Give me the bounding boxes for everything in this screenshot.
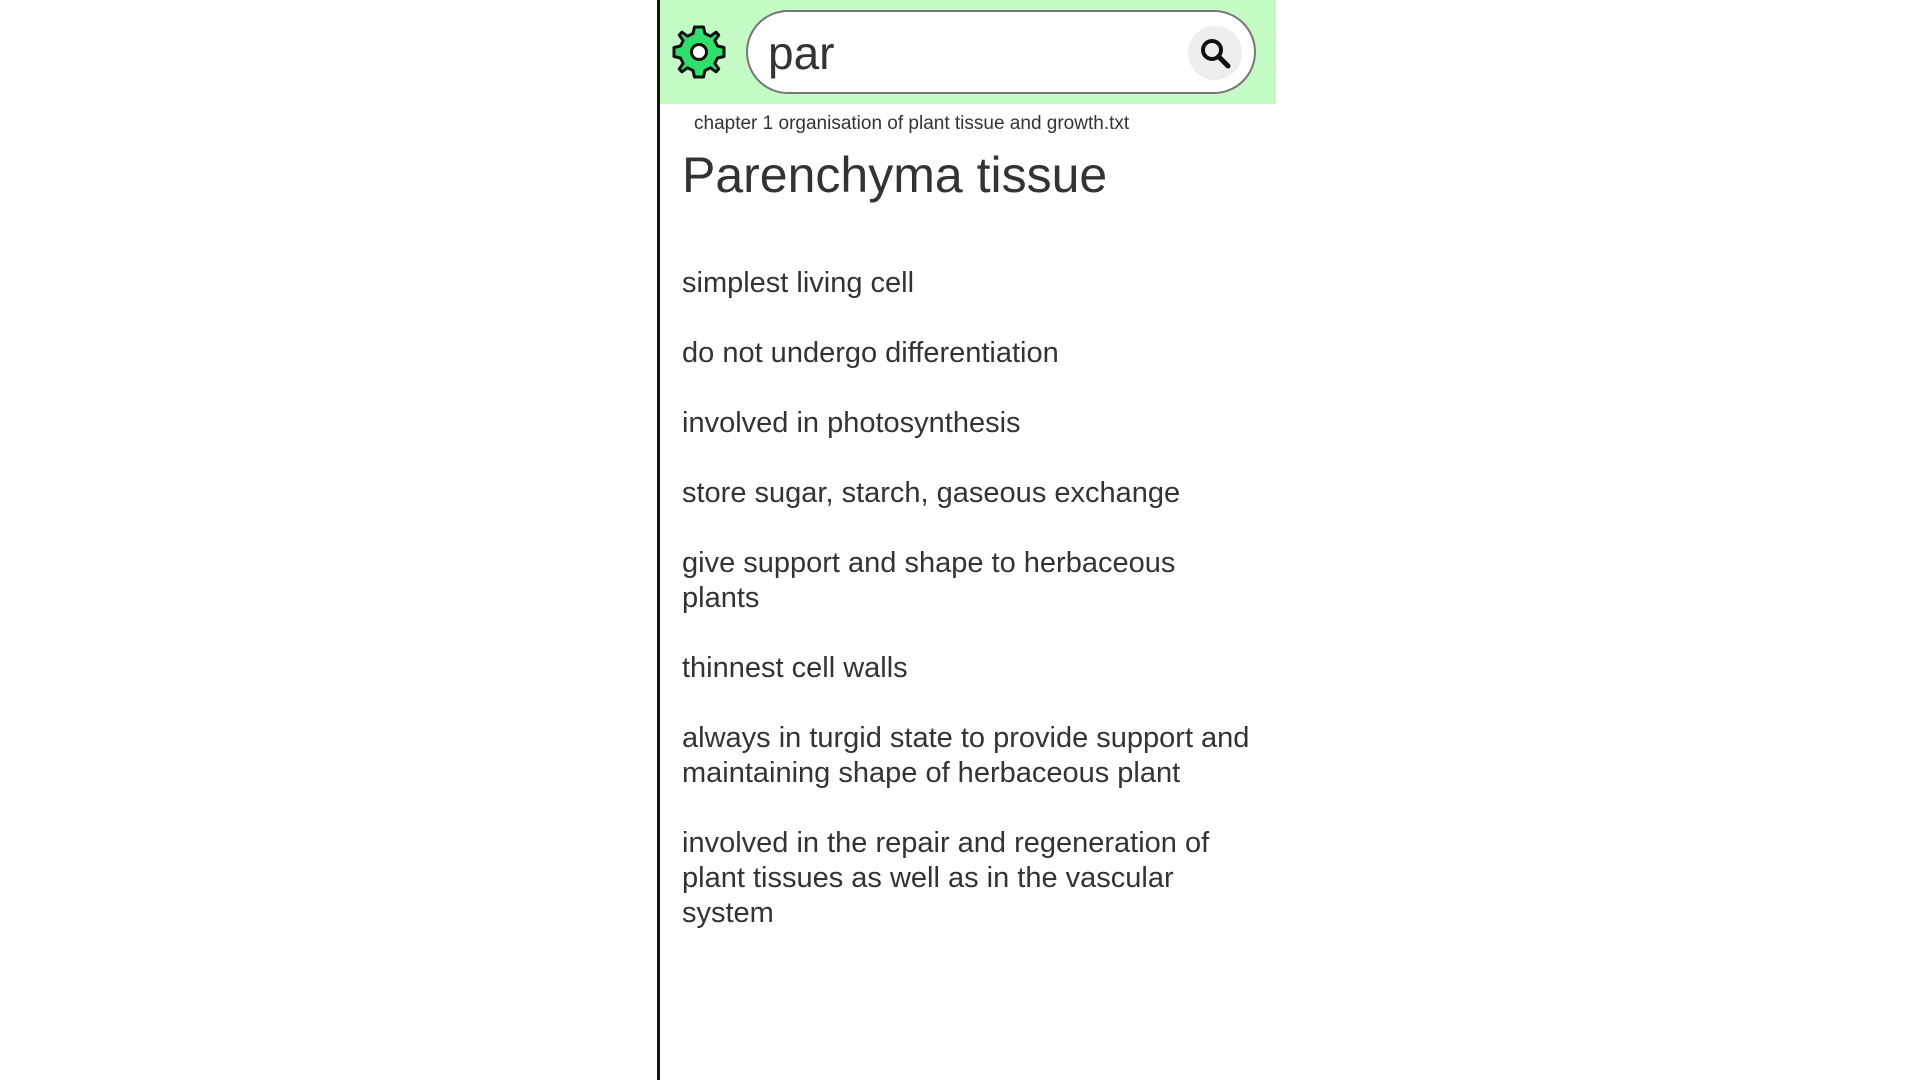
source-filename: chapter 1 organisation of plant tissue a… xyxy=(694,113,1130,134)
list-item: do not undergo differentiation xyxy=(682,337,1059,369)
list-item: give support and shape to herbaceous pla… xyxy=(682,547,1176,614)
settings-button[interactable] xyxy=(670,23,728,81)
search-button[interactable] xyxy=(1188,26,1242,80)
entry-title: Parenchyma tissue xyxy=(682,147,1108,203)
top-bar xyxy=(660,0,1276,104)
list-item: store sugar, starch, gaseous exchange xyxy=(682,477,1181,509)
search-input[interactable] xyxy=(768,24,1168,82)
gear-icon xyxy=(672,25,726,79)
search-box xyxy=(746,10,1256,94)
list-item: involved in the repair and regeneration … xyxy=(682,827,1210,929)
search-icon xyxy=(1201,39,1231,69)
app-panel: chapter 1 organisation of plant tissue a… xyxy=(657,0,1276,1080)
list-item: simplest living cell xyxy=(682,267,915,299)
list-item: always in turgid state to provide suppor… xyxy=(682,722,1250,789)
entry-points-list: simplest living cell do not undergo diff… xyxy=(682,266,1252,966)
list-item: thinnest cell walls xyxy=(682,652,908,684)
list-item: involved in photosynthesis xyxy=(682,407,1021,439)
